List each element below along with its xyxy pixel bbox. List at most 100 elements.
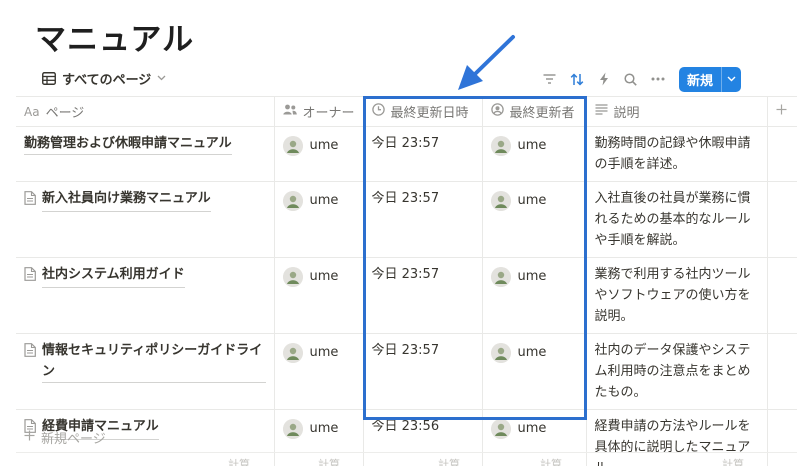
owner-cell[interactable]: ume — [273, 333, 364, 410]
plus-icon — [24, 430, 35, 445]
person-name: ume — [517, 345, 547, 360]
page-name[interactable]: 社内システム利用ガイド — [42, 264, 185, 288]
column-label: 最終更新者 — [509, 106, 575, 121]
empty-cell — [766, 257, 797, 334]
avatar — [490, 418, 511, 439]
calculate-button[interactable]: 計算 — [722, 456, 744, 466]
add-property-button[interactable] — [766, 96, 797, 127]
page-icon — [24, 340, 36, 383]
table-row[interactable]: 情報セキュリティポリシーガイドライン ume 今日 23:57 ume 社内のデ… — [16, 333, 797, 410]
table-row[interactable]: 勤務管理および休暇申請マニュアル ume 今日 23:57 ume 勤務時間の記… — [16, 126, 797, 182]
avatar — [282, 190, 303, 211]
sort-icon[interactable] — [563, 67, 590, 91]
description-cell[interactable]: 社内のデータ保護やシステム利用時の注意点をまとめたもの。 — [585, 333, 768, 410]
calculate-button[interactable]: 計算 — [438, 456, 460, 466]
column-header-owner[interactable]: オーナー — [273, 96, 364, 127]
avatar — [282, 418, 303, 439]
page-title-cell[interactable]: 勤務管理および休暇申請マニュアル — [16, 126, 275, 182]
column-label: オーナー — [302, 106, 355, 121]
view-label: すべてのページ — [62, 72, 152, 88]
search-icon[interactable] — [617, 67, 644, 91]
page-title-cell[interactable]: 新入社員向け業務マニュアル — [16, 181, 275, 258]
last-edited-time-cell: 今日 23:56 — [362, 409, 483, 466]
chevron-down-icon — [157, 75, 166, 81]
avatar — [490, 266, 511, 287]
empty-cell — [766, 333, 797, 410]
add-new-page-button[interactable]: 新規ページ — [24, 428, 106, 447]
avatar — [282, 266, 303, 287]
last-edited-time-cell: 今日 23:57 — [362, 181, 483, 258]
last-edited-time-cell: 今日 23:57 — [362, 333, 483, 410]
lightning-icon[interactable] — [590, 67, 617, 91]
database-toolbar: 新規 — [536, 66, 741, 92]
person-name: ume — [309, 345, 339, 360]
last-edited-by-cell: ume — [481, 333, 587, 410]
owner-cell[interactable]: ume — [273, 126, 364, 182]
column-label: 最終更新日時 — [390, 106, 469, 121]
filter-icon[interactable] — [536, 67, 563, 91]
column-label: ページ — [45, 106, 85, 121]
empty-cell — [766, 409, 797, 466]
calculate-button[interactable]: 計算 — [318, 456, 340, 466]
description-cell[interactable]: 勤務時間の記録や休暇申請の手順を詳述。 — [585, 126, 768, 182]
page-title: マニュアル — [35, 22, 195, 58]
table-row[interactable]: 経費申請マニュアル ume 今日 23:56 ume 経費申請の方法やルールを具… — [16, 409, 797, 466]
user-circle-icon — [490, 103, 504, 120]
avatar — [282, 135, 303, 156]
last-edited-by-cell: ume — [481, 126, 587, 182]
table-icon — [42, 71, 56, 85]
person-name: ume — [517, 193, 547, 208]
calculation-row-divider — [16, 452, 797, 453]
last-edited-by-cell: ume — [481, 409, 587, 466]
column-header-page[interactable]: Aa ページ — [16, 96, 275, 127]
person-name: ume — [309, 421, 339, 436]
person-name: ume — [309, 193, 339, 208]
page-name[interactable]: 勤務管理および休暇申請マニュアル — [24, 133, 232, 155]
database-table: Aa ページ オーナー 最終更新日時 最終更新者 説明 勤務管理および休暇申請マ… — [16, 96, 797, 466]
empty-cell — [766, 126, 797, 182]
person-name: ume — [517, 138, 547, 153]
avatar — [490, 342, 511, 363]
description-cell[interactable]: 入社直後の社員が業務に慣れるための基本的なルールや手順を解説。 — [585, 181, 768, 258]
more-options-icon[interactable] — [644, 67, 671, 91]
page-title-cell[interactable]: 情報セキュリティポリシーガイドライン — [16, 333, 275, 410]
chevron-down-icon[interactable] — [721, 66, 741, 92]
person-name: ume — [517, 269, 547, 284]
clock-icon — [371, 103, 385, 120]
owner-cell[interactable]: ume — [273, 181, 364, 258]
table-header-row: Aa ページ オーナー 最終更新日時 最終更新者 説明 — [16, 96, 797, 127]
last-edited-time-cell: 今日 23:57 — [362, 257, 483, 334]
text-property-icon: Aa — [24, 104, 40, 119]
avatar — [490, 135, 511, 156]
person-name: ume — [309, 138, 339, 153]
table-row[interactable]: 新入社員向け業務マニュアル ume 今日 23:57 ume 入社直後の社員が業… — [16, 181, 797, 258]
new-button[interactable]: 新規 — [679, 66, 741, 92]
person-name: ume — [517, 421, 547, 436]
last-edited-by-cell: ume — [481, 257, 587, 334]
calculate-button[interactable]: 計算 — [540, 456, 562, 466]
add-new-page-label: 新規ページ — [41, 432, 106, 447]
column-header-last-edited-by[interactable]: 最終更新者 — [481, 96, 587, 127]
description-cell[interactable]: 業務で利用する社内ツールやソフトウェアの使い方を説明。 — [585, 257, 768, 334]
text-lines-icon — [595, 104, 608, 119]
plus-icon — [776, 104, 787, 119]
person-name: ume — [309, 269, 339, 284]
column-label: 説明 — [613, 106, 640, 121]
column-header-last-edited-time[interactable]: 最終更新日時 — [362, 96, 483, 127]
avatar — [282, 342, 303, 363]
owner-cell[interactable]: ume — [273, 257, 364, 334]
page-icon — [24, 188, 36, 212]
last-edited-by-cell: ume — [481, 181, 587, 258]
page-title-cell[interactable]: 社内システム利用ガイド — [16, 257, 275, 334]
view-selector[interactable]: すべてのページ — [42, 68, 166, 88]
page-name[interactable]: 新入社員向け業務マニュアル — [42, 188, 211, 212]
new-button-label: 新規 — [686, 73, 713, 89]
table-row[interactable]: 社内システム利用ガイド ume 今日 23:57 ume 業務で利用する社内ツー… — [16, 257, 797, 334]
column-header-description[interactable]: 説明 — [585, 96, 768, 127]
page-name[interactable]: 情報セキュリティポリシーガイドライン — [42, 340, 266, 383]
calculate-button[interactable]: 計算 — [228, 456, 250, 466]
avatar — [490, 190, 511, 211]
empty-cell — [766, 181, 797, 258]
person-property-icon — [282, 104, 297, 119]
page-icon — [24, 264, 36, 288]
